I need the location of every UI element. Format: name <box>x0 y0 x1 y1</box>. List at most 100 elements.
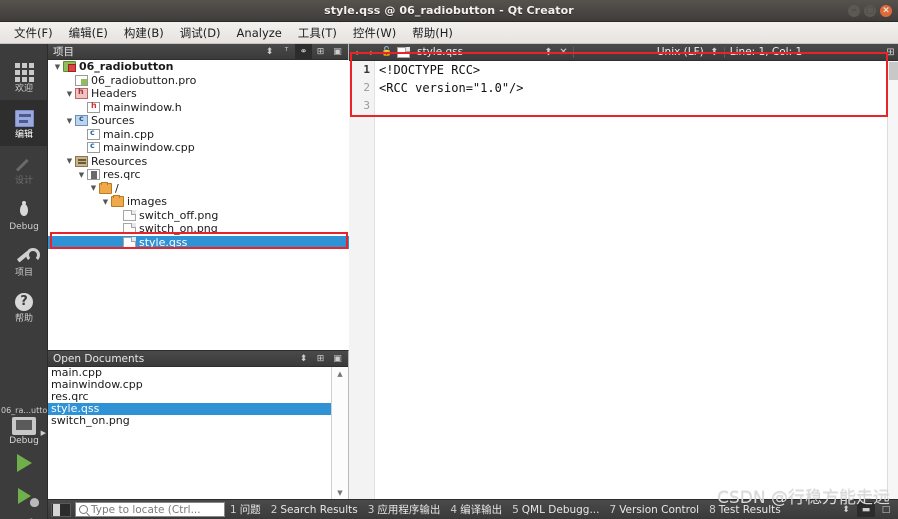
tree-item[interactable]: ▼ / <box>48 181 349 196</box>
menu-item-6[interactable]: 工具(T) <box>290 23 345 43</box>
tree-item-label: main.cpp <box>103 127 154 141</box>
maximize-button[interactable]: □ <box>864 5 876 17</box>
file-icon <box>123 236 136 248</box>
tree-item[interactable]: 06_radiobutton.pro <box>48 74 349 88</box>
menu-item-1[interactable]: 文件(F) <box>6 23 61 43</box>
sort-dropdown-icon[interactable]: ⬍ <box>295 351 312 366</box>
tree-item[interactable]: ▼ res.qrc <box>48 168 349 182</box>
output-pane-number: 2 <box>270 503 278 516</box>
chevron-down-icon[interactable]: ▼ <box>76 171 87 179</box>
close-panel-icon[interactable]: ▣ <box>329 44 346 59</box>
chevron-down-icon[interactable]: ▼ <box>64 157 75 165</box>
nav-forward-icon[interactable]: › <box>364 46 379 59</box>
split-icon[interactable]: ⊞ <box>312 351 329 366</box>
tree-item[interactable]: mainwindow.cpp <box>48 141 349 155</box>
output-pane-button[interactable]: 2 Search Results <box>266 504 363 516</box>
scroll-up-icon[interactable]: ▲ <box>332 367 348 381</box>
line-ending-dropdown-icon[interactable]: ⬍ <box>707 47 722 58</box>
output-pane-button[interactable]: 4 编译输出 <box>445 502 507 517</box>
debug-button[interactable] <box>0 479 48 512</box>
filter-icon[interactable]: ᵀ <box>278 44 295 59</box>
output-pane-number: 7 <box>609 503 617 516</box>
chevron-down-icon[interactable]: ▼ <box>64 117 75 125</box>
tree-item[interactable]: ▼ 06_radiobutton <box>48 60 349 74</box>
mode-button-6[interactable]: ? 帮助 <box>0 284 48 330</box>
file-icon <box>397 46 410 58</box>
tree-item[interactable]: main.cpp <box>48 128 349 142</box>
mode-button-1[interactable]: 欢迎 <box>0 54 48 100</box>
menu-item-5[interactable]: Analyze <box>229 24 290 42</box>
filter-dropdown-icon[interactable]: ⬍ <box>261 44 278 59</box>
tree-item[interactable]: mainwindow.h <box>48 101 349 115</box>
toggle-sidebar-icon[interactable] <box>51 502 71 517</box>
open-documents-title: Open Documents <box>53 352 145 365</box>
output-pane-label: 问题 <box>239 504 261 516</box>
menu-item-3[interactable]: 构建(B) <box>116 23 172 43</box>
output-pane-button[interactable]: 1 问题 <box>225 502 266 517</box>
mode-button-4[interactable]: Debug <box>0 192 48 238</box>
chevron-down-icon[interactable]: ▼ <box>100 198 111 206</box>
code-content[interactable]: <!DOCTYPE RCC> <RCC version="1.0"/> <box>379 61 524 97</box>
locator-placeholder: Type to locate (Ctrl... <box>91 503 201 516</box>
tree-item[interactable]: style.qss <box>48 235 349 249</box>
menu-item-2[interactable]: 编辑(E) <box>61 23 116 43</box>
grid-icon <box>13 61 35 83</box>
editor-scrollbar[interactable] <box>887 61 898 499</box>
scrollbar-thumb[interactable] <box>889 62 898 80</box>
open-document-item[interactable]: mainwindow.cpp <box>48 379 332 391</box>
synchronize-icon[interactable]: ⚭ <box>295 44 312 59</box>
build-button[interactable] <box>0 512 48 519</box>
chevron-down-icon[interactable]: ▼ <box>64 90 75 98</box>
tree-item[interactable]: ▼ Sources <box>48 114 349 128</box>
tree-item[interactable]: switch_on.png <box>48 222 349 236</box>
output-pane-button[interactable]: 7 Version Control <box>605 504 705 516</box>
mode-button-2[interactable]: 编辑 <box>0 100 48 146</box>
sources-folder-icon <box>75 114 88 127</box>
scroll-down-icon[interactable]: ▼ <box>332 486 348 500</box>
folder-icon <box>99 181 112 194</box>
open-documents-scrollbar[interactable]: ▲ ▼ <box>331 367 348 500</box>
mode-label: 编辑 <box>14 129 33 140</box>
editor-file-selector[interactable]: style.qss <box>395 46 463 58</box>
run-button[interactable] <box>0 446 48 479</box>
menu-item-4[interactable]: 调试(D) <box>172 23 229 43</box>
split-editor-icon[interactable]: ⊞ <box>883 47 898 58</box>
output-pane-button[interactable]: 3 应用程序输出 <box>363 502 446 517</box>
menu-item-7[interactable]: 控件(W) <box>345 23 404 43</box>
locator-input[interactable]: Type to locate (Ctrl... <box>75 502 225 517</box>
output-pane-button[interactable]: 5 QML Debugg... <box>507 504 604 516</box>
cpp-file-icon <box>87 141 100 154</box>
nav-back-icon[interactable]: ‹ <box>349 46 364 59</box>
headers-folder-icon <box>75 87 88 100</box>
code-editor[interactable]: 1 2 3 <!DOCTYPE RCC> <RCC version="1.0"/> <box>349 61 898 499</box>
mode-label: 欢迎 <box>14 83 33 94</box>
chevron-down-icon[interactable]: ▼ <box>88 184 99 192</box>
close-panel-icon[interactable]: ▣ <box>329 351 346 366</box>
tree-item[interactable]: switch_off.png <box>48 209 349 223</box>
project-panel: 项目 ⬍ ᵀ ⚭ ⊞ ▣ ▼ 06_radiobutton 06_radiobutton.p… <box>48 44 349 350</box>
line-number: 1 <box>363 63 370 76</box>
project-tree[interactable]: ▼ 06_radiobutton06_radiobutton.pro ▼ Header… <box>48 60 349 350</box>
menu-item-8[interactable]: 帮助(H) <box>404 23 461 43</box>
line-ending-label[interactable]: Unix (LF) <box>654 46 707 58</box>
editor-file-dropdown-icon[interactable]: ⬍ <box>541 47 556 58</box>
unlock-icon[interactable]: 🔓 <box>379 47 395 57</box>
window-controls: – □ × <box>848 5 892 17</box>
kit-selector-button[interactable]: ▶ Debug <box>0 417 48 446</box>
open-document-item[interactable]: switch_on.png <box>48 415 332 427</box>
tree-item-label: / <box>115 181 119 195</box>
tree-item-label: images <box>127 195 167 209</box>
close-button[interactable]: × <box>880 5 892 17</box>
tree-item[interactable]: ▼ images <box>48 195 349 209</box>
tree-item[interactable]: ▼ Headers <box>48 87 349 101</box>
title-bar: style.qss @ 06_radiobutton - Qt Creator … <box>0 0 898 22</box>
open-documents-list[interactable]: main.cpp mainwindow.cpp res.qrc style.qss sw… <box>48 367 332 500</box>
editor-close-icon[interactable]: ✕ <box>556 47 571 58</box>
tree-item[interactable]: ▼ Resources <box>48 155 349 169</box>
kit-project-label: 06_ra...utton <box>1 406 48 415</box>
split-icon[interactable]: ⊞ <box>312 44 329 59</box>
mode-button-5[interactable]: 项目 <box>0 238 48 284</box>
tree-item-label: Resources <box>91 154 148 168</box>
chevron-down-icon[interactable]: ▼ <box>52 63 63 71</box>
minimize-button[interactable]: – <box>848 5 860 17</box>
